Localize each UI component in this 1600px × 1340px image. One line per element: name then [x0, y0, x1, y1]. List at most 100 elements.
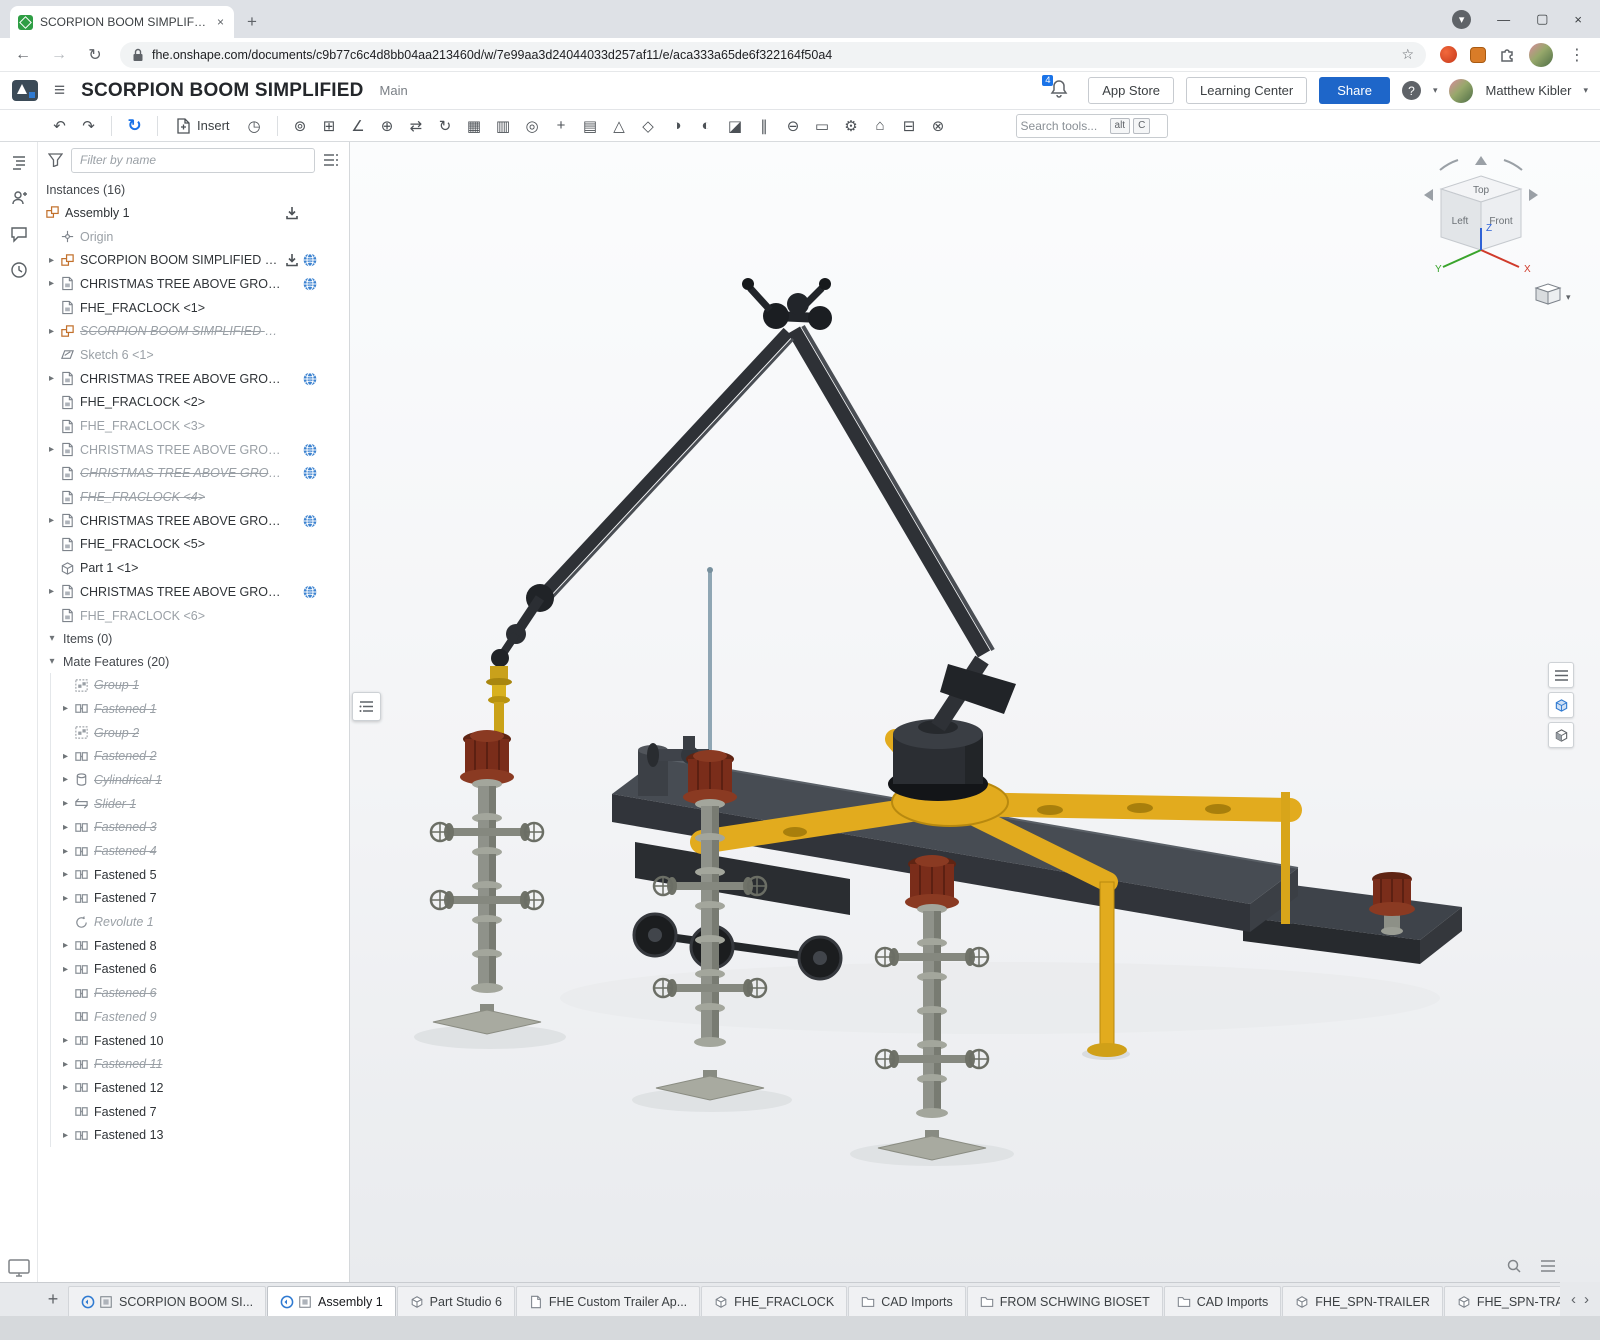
update-available-icon[interactable] — [283, 205, 301, 220]
linked-document-icon[interactable] — [301, 442, 319, 457]
mate-row[interactable]: Fastened 6 — [38, 981, 349, 1005]
comments-icon[interactable] — [9, 224, 29, 244]
items-header[interactable]: ▾ Items (0) — [38, 627, 349, 650]
mate-features-header[interactable]: ▾ Mate Features (20) — [38, 650, 349, 673]
instance-row[interactable]: ▸CHRISTMAS TREE ABOVE GROUND <5> — [38, 509, 349, 533]
mate-row[interactable]: Group 1 — [38, 673, 349, 697]
instance-row[interactable]: ▸CHRISTMAS TREE ABOVE GROUND <6> — [38, 580, 349, 604]
history-icon[interactable] — [9, 260, 29, 280]
update-available-icon[interactable] — [283, 253, 301, 268]
collapse-arrow-icon[interactable]: ▾ — [46, 633, 58, 644]
document-tab[interactable]: FHE_FRACLOCK — [701, 1286, 847, 1316]
circular-pattern-icon[interactable]: ◎ — [519, 113, 546, 139]
learning-center-button[interactable]: Learning Center — [1186, 77, 1307, 104]
update-document-icon[interactable]: ↻ — [121, 113, 148, 139]
tree-popout-button[interactable] — [352, 692, 381, 721]
exploded-view-icon[interactable]: △ — [606, 113, 633, 139]
expand-arrow-icon[interactable]: ▸ — [58, 964, 73, 975]
dock-list-button[interactable] — [1548, 662, 1574, 688]
expand-arrow-icon[interactable]: ▸ — [58, 1059, 73, 1070]
close-button[interactable]: × — [1574, 12, 1582, 27]
expand-arrow-icon[interactable]: ▸ — [44, 515, 59, 526]
extension-icon[interactable] — [1470, 47, 1486, 63]
relation-icon[interactable]: ∠ — [345, 113, 372, 139]
mate-row[interactable]: Group 2 — [38, 721, 349, 745]
expand-arrow-icon[interactable]: ▸ — [58, 774, 73, 785]
linked-document-icon[interactable] — [301, 513, 319, 528]
user-avatar[interactable] — [1449, 79, 1473, 103]
tab-scroll-left-icon[interactable]: ‹ — [1568, 1291, 1579, 1308]
display-states-icon[interactable]: ◑ — [664, 113, 691, 139]
rollback-icon[interactable]: ◷ — [241, 113, 268, 139]
mate-row[interactable]: ▸Cylindrical 1 — [38, 768, 349, 792]
minimize-button[interactable]: — — [1497, 12, 1510, 27]
onshape-logo[interactable] — [12, 80, 38, 101]
instance-row[interactable]: FHE_FRACLOCK <5> — [38, 533, 349, 557]
instance-row[interactable]: ▸CHRISTMAS TREE ABOVE GROUND <2> — [38, 272, 349, 296]
mate-connector-icon[interactable]: + — [548, 113, 575, 139]
expand-arrow-icon[interactable]: ▸ — [58, 1035, 73, 1046]
move-part-icon[interactable]: ⇄ — [403, 113, 430, 139]
document-tab[interactable]: FROM SCHWING BIOSET — [967, 1286, 1163, 1316]
configurations-icon[interactable]: ⚙ — [838, 113, 865, 139]
expand-arrow-icon[interactable]: ▸ — [58, 846, 73, 857]
group-icon[interactable]: ⊞ — [316, 113, 343, 139]
expand-arrow-icon[interactable]: ▸ — [44, 586, 59, 597]
mate-row[interactable]: ▸Fastened 7 — [38, 887, 349, 911]
mate-row[interactable]: ▸Fastened 1 — [38, 697, 349, 721]
measure-icon[interactable]: ∥ — [751, 113, 778, 139]
document-tab[interactable]: SCORPION BOOM SI... — [68, 1286, 266, 1316]
redo-icon[interactable]: ↷ — [75, 113, 102, 139]
expand-arrow-icon[interactable]: ▸ — [58, 751, 73, 762]
app-store-button[interactable]: App Store — [1088, 77, 1174, 104]
bookmark-star-icon[interactable]: ☆ — [1401, 46, 1414, 63]
reload-icon[interactable]: ↻ — [84, 45, 106, 65]
frac-tree-1[interactable] — [431, 730, 543, 1034]
screen-status-icon[interactable] — [8, 1258, 30, 1278]
tab-search-button[interactable] — [1502, 1254, 1526, 1278]
expand-arrow-icon[interactable]: ▸ — [58, 1082, 73, 1093]
named-positions-icon[interactable]: ◇ — [635, 113, 662, 139]
sheet-metal-icon[interactable]: ⌂ — [867, 113, 894, 139]
mate-row[interactable]: ▸Slider 1 — [38, 792, 349, 816]
user-name[interactable]: Matthew Kibler — [1485, 83, 1571, 98]
instance-row[interactable]: ▸CHRISTMAS TREE ABOVE GROUND <1> — [38, 367, 349, 391]
document-tab[interactable]: Part Studio 6 — [397, 1286, 515, 1316]
frame-icon[interactable]: ⊟ — [896, 113, 923, 139]
linked-document-icon[interactable] — [301, 276, 319, 291]
workspace-name[interactable]: Main — [380, 83, 408, 98]
linked-document-icon[interactable] — [301, 253, 319, 268]
tab-close-icon[interactable]: × — [215, 15, 226, 29]
interference-icon[interactable]: ⊗ — [925, 113, 952, 139]
rotate-part-icon[interactable]: ↻ — [432, 113, 459, 139]
view-mode-dropdown[interactable]: ▾ — [1536, 284, 1571, 304]
expand-arrow-icon[interactable]: ▸ — [58, 940, 73, 951]
forward-icon[interactable]: → — [48, 46, 70, 64]
mate-row[interactable]: ▸Fastened 13 — [38, 1123, 349, 1147]
instance-row[interactable]: CHRISTMAS TREE ABOVE GROUND <4> — [38, 462, 349, 486]
list-options-icon[interactable] — [323, 153, 339, 167]
filter-icon[interactable] — [48, 153, 63, 167]
instance-row[interactable]: FHE_FRACLOCK <1> — [38, 296, 349, 320]
document-tab[interactable]: FHE Custom Trailer Ap... — [516, 1286, 700, 1316]
mate-row[interactable]: ▸Fastened 8 — [38, 934, 349, 958]
instance-row[interactable]: FHE_FRACLOCK <6> — [38, 604, 349, 628]
feature-list-icon[interactable] — [9, 152, 29, 172]
browser-profile-avatar[interactable] — [1529, 43, 1553, 67]
instance-row[interactable]: Origin — [38, 225, 349, 249]
browser-update-icon[interactable]: ▾ — [1452, 10, 1471, 29]
expand-arrow-icon[interactable]: ▸ — [58, 1130, 73, 1141]
instance-row[interactable]: FHE_FRACLOCK <4> — [38, 485, 349, 509]
hamburger-menu-icon[interactable]: ≡ — [50, 80, 69, 102]
mate-row[interactable]: ▸Fastened 6 — [38, 958, 349, 982]
view-cube[interactable]: Top Left Front Y X Z ▾ — [1388, 146, 1574, 322]
expand-arrow-icon[interactable]: ▸ — [58, 893, 73, 904]
document-tab[interactable]: FHE_SPN-TRAILER — [1282, 1286, 1443, 1316]
undo-icon[interactable]: ↶ — [46, 113, 73, 139]
document-tab[interactable]: CAD Imports — [848, 1286, 966, 1316]
filter-input[interactable] — [71, 148, 315, 173]
mass-properties-icon[interactable]: ⊖ — [780, 113, 807, 139]
tool-search-box[interactable]: alt C — [1016, 114, 1168, 138]
mate-row[interactable]: ▸Fastened 3 — [38, 816, 349, 840]
instance-row[interactable]: ▸CHRISTMAS TREE ABOVE GROUND <3> — [38, 438, 349, 462]
